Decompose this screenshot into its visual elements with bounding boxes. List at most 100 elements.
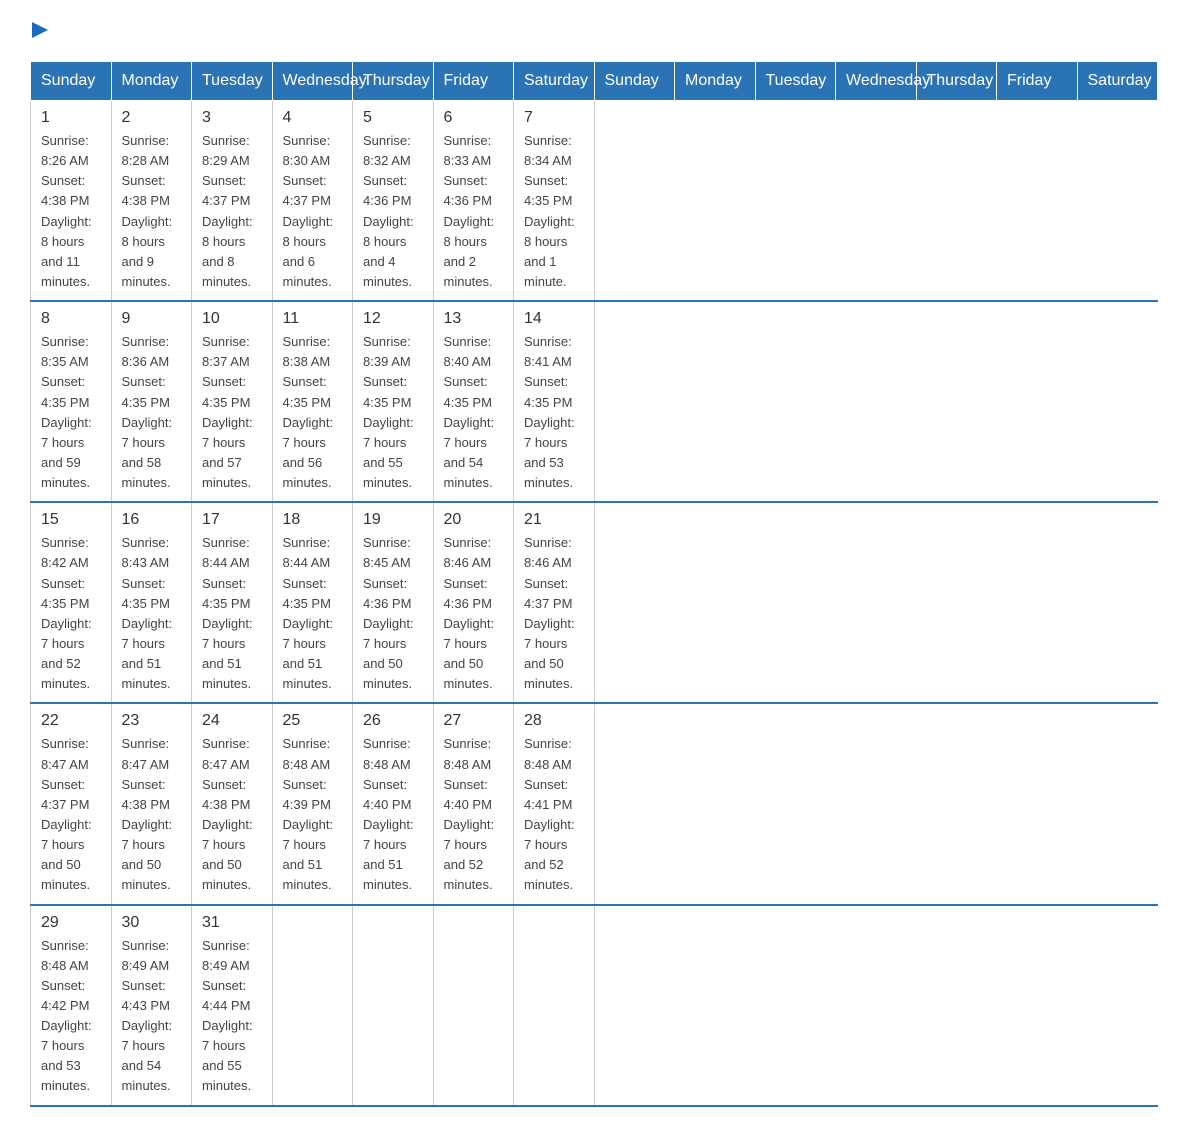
calendar-header-row: SundayMondayTuesdayWednesdayThursdayFrid… [31,62,1158,101]
calendar-cell: 30Sunrise: 8:49 AMSunset: 4:43 PMDayligh… [111,905,192,1106]
day-number: 4 [283,109,343,127]
day-info: Sunrise: 8:45 AMSunset: 4:36 PMDaylight:… [363,533,423,694]
calendar-table: SundayMondayTuesdayWednesdayThursdayFrid… [30,61,1158,1107]
day-info: Sunrise: 8:49 AMSunset: 4:43 PMDaylight:… [122,936,182,1097]
day-number: 23 [122,712,182,730]
day-info: Sunrise: 8:30 AMSunset: 4:37 PMDaylight:… [283,131,343,292]
day-info: Sunrise: 8:36 AMSunset: 4:35 PMDaylight:… [122,332,182,493]
calendar-cell: 26 Sunrise: 8:48 AMSunset: 4:40 PMDayligh… [353,703,434,904]
calendar-cell: 19 Sunrise: 8:45 AMSunset: 4:36 PMDayligh… [353,502,434,703]
header-tuesday: Tuesday [192,62,273,101]
day-number: 29 [41,914,101,932]
header-thursday: Thursday [916,62,997,101]
calendar-cell: 24Sunrise: 8:47 AMSunset: 4:38 PMDayligh… [192,703,273,904]
header-saturday: Saturday [514,62,595,101]
calendar-cell: 25 Sunrise: 8:48 AMSunset: 4:39 PMDayligh… [272,703,353,904]
day-info: Sunrise: 8:29 AMSunset: 4:37 PMDaylight:… [202,131,262,292]
day-info: Sunrise: 8:48 AMSunset: 4:39 PMDaylight:… [283,734,343,895]
day-info: Sunrise: 8:49 AMSunset: 4:44 PMDaylight:… [202,936,262,1097]
calendar-cell: 28Sunrise: 8:48 AMSunset: 4:41 PMDayligh… [514,703,595,904]
header-tuesday: Tuesday [755,62,836,101]
calendar-cell: 20Sunrise: 8:46 AMSunset: 4:36 PMDayligh… [433,502,514,703]
day-info: Sunrise: 8:42 AMSunset: 4:35 PMDaylight:… [41,533,101,694]
logo-arrow-icon [32,20,52,40]
calendar-cell [353,905,434,1106]
calendar-cell: 13 Sunrise: 8:40 AMSunset: 4:35 PMDayligh… [433,301,514,502]
logo [30,20,52,45]
day-info: Sunrise: 8:39 AMSunset: 4:35 PMDaylight:… [363,332,423,493]
day-number: 2 [122,109,182,127]
calendar-cell: 27 Sunrise: 8:48 AMSunset: 4:40 PMDayligh… [433,703,514,904]
day-number: 25 [283,712,343,730]
day-info: Sunrise: 8:47 AMSunset: 4:38 PMDaylight:… [122,734,182,895]
day-info: Sunrise: 8:44 AMSunset: 4:35 PMDaylight:… [283,533,343,694]
day-number: 18 [283,511,343,529]
header-saturday: Saturday [1077,62,1158,101]
calendar-cell: 14 Sunrise: 8:41 AMSunset: 4:35 PMDayligh… [514,301,595,502]
day-number: 1 [41,109,101,127]
week-row-3: 15Sunrise: 8:42 AMSunset: 4:35 PMDayligh… [31,502,1158,703]
day-number: 19 [363,511,423,529]
calendar-cell: 6 Sunrise: 8:33 AMSunset: 4:36 PMDaylight… [433,101,514,302]
day-info: Sunrise: 8:44 AMSunset: 4:35 PMDaylight:… [202,533,262,694]
header-friday: Friday [997,62,1078,101]
calendar-cell: 22Sunrise: 8:47 AMSunset: 4:37 PMDayligh… [31,703,112,904]
day-number: 26 [363,712,423,730]
day-info: Sunrise: 8:48 AMSunset: 4:40 PMDaylight:… [363,734,423,895]
day-number: 9 [122,310,182,328]
calendar-cell: 5Sunrise: 8:32 AMSunset: 4:36 PMDaylight… [353,101,434,302]
header-monday: Monday [675,62,756,101]
header-sunday: Sunday [31,62,112,101]
day-number: 21 [524,511,584,529]
day-info: Sunrise: 8:32 AMSunset: 4:36 PMDaylight:… [363,131,423,292]
day-number: 28 [524,712,584,730]
week-row-1: 1Sunrise: 8:26 AMSunset: 4:38 PMDaylight… [31,101,1158,302]
header-wednesday: Wednesday [836,62,917,101]
calendar-cell: 16 Sunrise: 8:43 AMSunset: 4:35 PMDayligh… [111,502,192,703]
day-number: 14 [524,310,584,328]
day-number: 27 [444,712,504,730]
day-info: Sunrise: 8:43 AMSunset: 4:35 PMDaylight:… [122,533,182,694]
day-info: Sunrise: 8:34 AMSunset: 4:35 PMDaylight:… [524,131,584,292]
day-number: 31 [202,914,262,932]
day-info: Sunrise: 8:46 AMSunset: 4:36 PMDaylight:… [444,533,504,694]
calendar-cell: 2Sunrise: 8:28 AMSunset: 4:38 PMDaylight… [111,101,192,302]
day-info: Sunrise: 8:40 AMSunset: 4:35 PMDaylight:… [444,332,504,493]
day-number: 6 [444,109,504,127]
day-info: Sunrise: 8:47 AMSunset: 4:38 PMDaylight:… [202,734,262,895]
day-info: Sunrise: 8:48 AMSunset: 4:40 PMDaylight:… [444,734,504,895]
day-number: 11 [283,310,343,328]
day-number: 12 [363,310,423,328]
page-header [30,20,1158,45]
day-number: 3 [202,109,262,127]
calendar-cell: 23 Sunrise: 8:47 AMSunset: 4:38 PMDayligh… [111,703,192,904]
week-row-2: 8 Sunrise: 8:35 AMSunset: 4:35 PMDaylight… [31,301,1158,502]
calendar-cell: 12 Sunrise: 8:39 AMSunset: 4:35 PMDayligh… [353,301,434,502]
week-row-4: 22Sunrise: 8:47 AMSunset: 4:37 PMDayligh… [31,703,1158,904]
day-info: Sunrise: 8:33 AMSunset: 4:36 PMDaylight:… [444,131,504,292]
day-info: Sunrise: 8:35 AMSunset: 4:35 PMDaylight:… [41,332,101,493]
header-sunday: Sunday [594,62,675,101]
day-number: 8 [41,310,101,328]
calendar-cell: 9 Sunrise: 8:36 AMSunset: 4:35 PMDaylight… [111,301,192,502]
calendar-cell: 10Sunrise: 8:37 AMSunset: 4:35 PMDayligh… [192,301,273,502]
calendar-cell: 17Sunrise: 8:44 AMSunset: 4:35 PMDayligh… [192,502,273,703]
day-number: 13 [444,310,504,328]
day-info: Sunrise: 8:46 AMSunset: 4:37 PMDaylight:… [524,533,584,694]
calendar-cell: 3 Sunrise: 8:29 AMSunset: 4:37 PMDaylight… [192,101,273,302]
calendar-cell [272,905,353,1106]
day-number: 22 [41,712,101,730]
header-thursday: Thursday [353,62,434,101]
day-info: Sunrise: 8:48 AMSunset: 4:42 PMDaylight:… [41,936,101,1097]
day-number: 16 [122,511,182,529]
day-info: Sunrise: 8:37 AMSunset: 4:35 PMDaylight:… [202,332,262,493]
day-info: Sunrise: 8:38 AMSunset: 4:35 PMDaylight:… [283,332,343,493]
calendar-cell [433,905,514,1106]
day-info: Sunrise: 8:41 AMSunset: 4:35 PMDaylight:… [524,332,584,493]
calendar-cell: 29 Sunrise: 8:48 AMSunset: 4:42 PMDayligh… [31,905,112,1106]
calendar-cell: 8 Sunrise: 8:35 AMSunset: 4:35 PMDaylight… [31,301,112,502]
calendar-cell: 31 Sunrise: 8:49 AMSunset: 4:44 PMDayligh… [192,905,273,1106]
header-monday: Monday [111,62,192,101]
calendar-cell: 15Sunrise: 8:42 AMSunset: 4:35 PMDayligh… [31,502,112,703]
header-friday: Friday [433,62,514,101]
